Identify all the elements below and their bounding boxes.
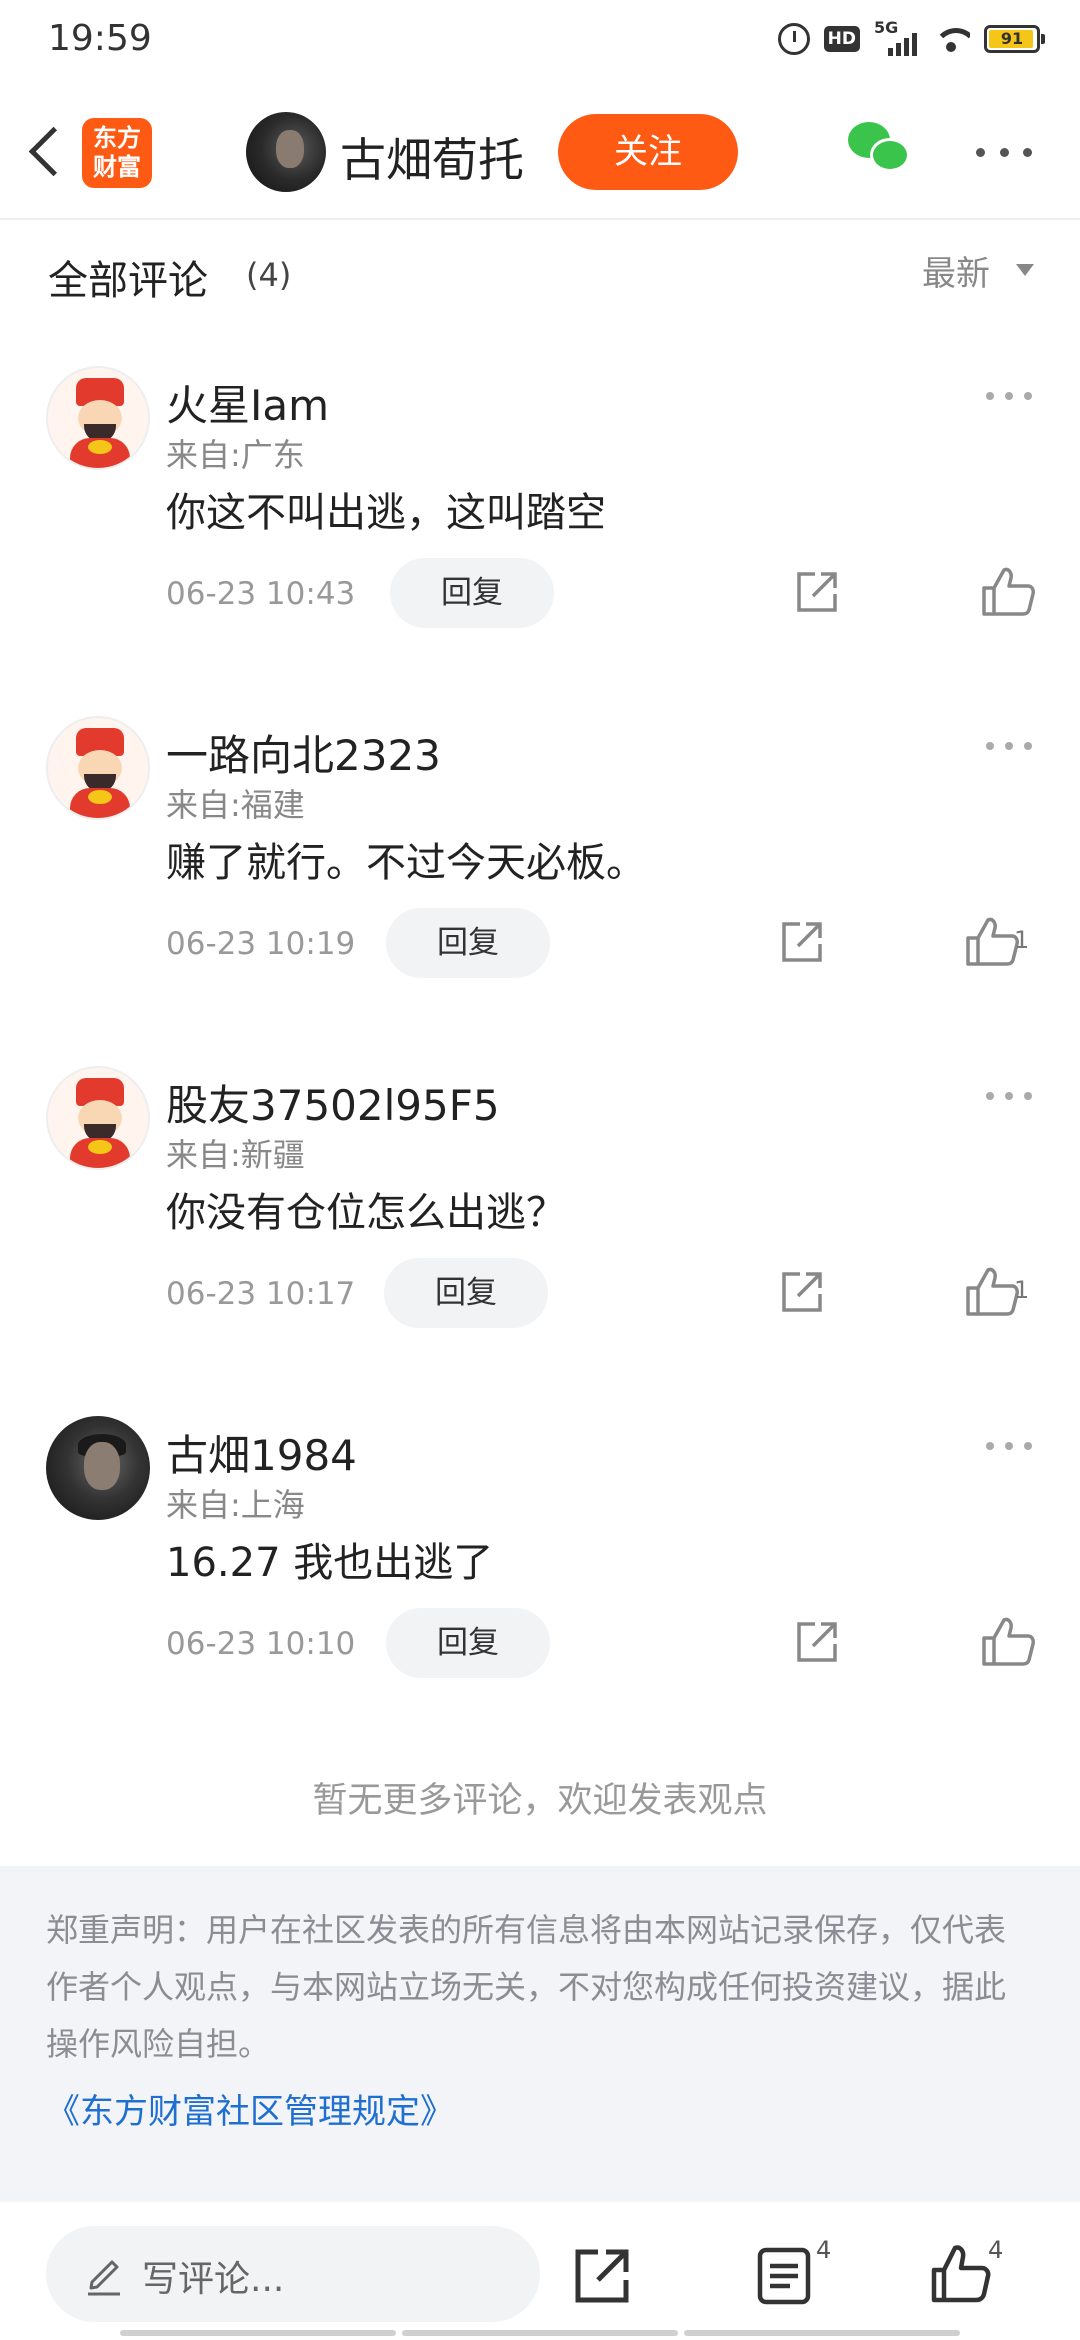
comment-time: 06-23 10:43: [166, 576, 356, 612]
share-icon[interactable]: [793, 568, 841, 616]
comments-count: (4): [246, 256, 292, 294]
signal-icon: 5G: [874, 18, 918, 56]
like-icon[interactable]: [928, 2242, 992, 2306]
disclaimer-text: 郑重声明：用户在社区发表的所有信息将由本网站记录保存，仅代表作者个人观点，与本网…: [46, 1911, 1007, 2063]
comment-text[interactable]: 你没有仓位怎么出逃？: [166, 1180, 566, 1238]
status-icons: HD 5G 91: [777, 18, 1045, 56]
community-rules-link[interactable]: 《东方财富社区管理规定》: [46, 2084, 454, 2133]
share-icon[interactable]: [778, 918, 826, 966]
author-name[interactable]: 古畑荀托: [340, 124, 524, 190]
wifi-icon: [932, 24, 970, 54]
wechat-icon[interactable]: [848, 122, 912, 178]
comment-text[interactable]: 16.27 我也出逃了: [166, 1530, 493, 1588]
logo-line1: 东方: [93, 124, 141, 152]
share-icon[interactable]: [793, 1618, 841, 1666]
comment-time: 06-23 10:19: [166, 926, 356, 962]
app-logo[interactable]: 东方 财富: [82, 118, 152, 188]
comment-item: 股友37502l95F5 来自:新疆 你没有仓位怎么出逃？ 06-23 10:1…: [0, 1050, 1080, 1400]
comment-location: 来自:广东: [166, 436, 305, 474]
like-count: 1: [1014, 1276, 1030, 1304]
like-icon[interactable]: [962, 912, 1022, 972]
back-button[interactable]: [22, 122, 72, 182]
status-bar: 19:59 HD 5G 91: [0, 0, 1080, 84]
comment-input[interactable]: 写评论...: [46, 2226, 540, 2322]
header: 东方 财富 古畑荀托 关注: [0, 84, 1080, 220]
comment-item: 一路向北2323 来自:福建 赚了就行。不过今天必板。 06-23 10:19 …: [0, 700, 1080, 1050]
like-count: 1: [1014, 926, 1030, 954]
comment-author[interactable]: 股友37502l95F5: [166, 1072, 500, 1133]
comments-title: 全部评论: [48, 258, 208, 304]
alarm-icon: [777, 23, 810, 55]
hd-icon: HD: [823, 26, 860, 52]
no-more-comments: 暂无更多评论，欢迎发表观点: [312, 1781, 768, 1821]
comment-time: 06-23 10:17: [166, 1276, 356, 1312]
logo-line2: 财富: [93, 153, 141, 181]
comment-location: 来自:福建: [166, 786, 305, 824]
share-icon[interactable]: [572, 2246, 632, 2306]
disclaimer-panel: 郑重声明：用户在社区发表的所有信息将由本网站记录保存，仅代表作者个人观点，与本网…: [0, 1866, 1080, 2202]
home-indicator[interactable]: [120, 2330, 960, 2336]
battery-icon: 91: [984, 25, 1045, 53]
comment-input-placeholder: 写评论...: [142, 2259, 285, 2300]
sort-dropdown[interactable]: 最新: [922, 246, 990, 295]
reply-button[interactable]: 回复: [386, 1608, 550, 1678]
caishen-avatar[interactable]: [46, 366, 150, 470]
comment-item: 古畑1984 来自:上海 16.27 我也出逃了 06-23 10:10 回复: [0, 1400, 1080, 1750]
comment-author[interactable]: 火星Iam: [166, 372, 329, 433]
comment-more-button[interactable]: [986, 742, 1032, 754]
comment-time: 06-23 10:10: [166, 1626, 356, 1662]
comment-location: 来自:上海: [166, 1486, 305, 1524]
like-icon[interactable]: [978, 562, 1038, 622]
comment-item: 火星Iam 来自:广东 你这不叫出逃，这叫踏空 06-23 10:43 回复: [0, 350, 1080, 700]
comment-text[interactable]: 你这不叫出逃，这叫踏空: [166, 480, 606, 538]
caishen-avatar[interactable]: [46, 1066, 150, 1170]
network-label: 5G: [874, 18, 899, 37]
more-options-button[interactable]: [976, 142, 1032, 162]
photo-avatar[interactable]: [46, 1416, 150, 1520]
caishen-avatar[interactable]: [46, 716, 150, 820]
comment-more-button[interactable]: [986, 1442, 1032, 1454]
reply-button[interactable]: 回复: [386, 908, 550, 978]
pencil-icon: [84, 2252, 124, 2296]
comment-text[interactable]: 赚了就行。不过今天必板。: [166, 830, 646, 888]
reply-button[interactable]: 回复: [390, 558, 554, 628]
comments-count-badge: 4: [816, 2236, 832, 2264]
caret-down-icon[interactable]: [1016, 264, 1034, 276]
comments-header: 全部评论 (4) 最新: [0, 222, 1080, 332]
comment-location: 来自:新疆: [166, 1136, 305, 1174]
like-icon[interactable]: [978, 1612, 1038, 1672]
battery-level: 91: [1000, 29, 1024, 48]
comment-more-button[interactable]: [986, 1092, 1032, 1104]
status-time: 19:59: [48, 18, 152, 59]
reply-button[interactable]: 回复: [384, 1258, 548, 1328]
bottom-bar: 写评论... 4 4: [0, 2202, 1080, 2340]
like-icon[interactable]: [962, 1262, 1022, 1322]
comment-author[interactable]: 一路向北2323: [166, 722, 441, 783]
comment-author[interactable]: 古畑1984: [166, 1422, 357, 1483]
comments-icon[interactable]: [756, 2246, 812, 2306]
share-icon[interactable]: [778, 1268, 826, 1316]
author-avatar[interactable]: [246, 112, 326, 192]
follow-button[interactable]: 关注: [558, 114, 738, 190]
comment-more-button[interactable]: [986, 392, 1032, 404]
likes-count-badge: 4: [988, 2236, 1004, 2264]
